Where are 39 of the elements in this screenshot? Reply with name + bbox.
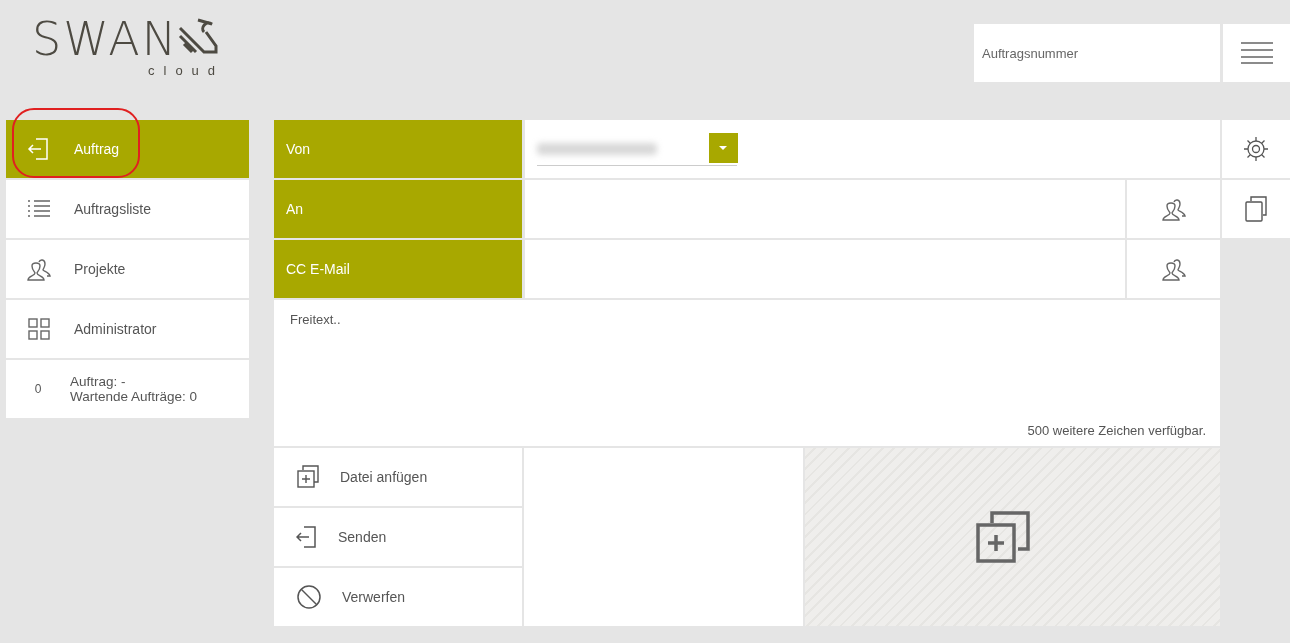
contacts-button[interactable] bbox=[1127, 240, 1220, 298]
message-field[interactable]: Freitext.. 500 weitere Zeichen verfügbar. bbox=[274, 300, 1220, 446]
logo-subtitle: cloud bbox=[148, 64, 225, 78]
order-count: 0 bbox=[33, 382, 43, 396]
logo-wordmark: SWAN bbox=[32, 14, 179, 64]
sender-dropdown[interactable] bbox=[537, 132, 737, 166]
recipient-field[interactable] bbox=[525, 180, 1125, 238]
people-icon bbox=[1160, 196, 1187, 222]
contacts-button[interactable] bbox=[1127, 180, 1220, 238]
grid-icon bbox=[26, 317, 52, 341]
recipient-field[interactable] bbox=[525, 240, 1125, 298]
sidebar-item[interactable]: Projekte bbox=[6, 240, 249, 298]
add-file-icon bbox=[975, 511, 1030, 563]
action-button[interactable]: Senden bbox=[274, 508, 522, 566]
menu-icon bbox=[1240, 42, 1273, 64]
copy-icon bbox=[1245, 196, 1267, 222]
sidebar-item[interactable]: Auftragsliste bbox=[6, 180, 249, 238]
message-placeholder: Freitext.. bbox=[290, 312, 342, 327]
settings-icon bbox=[1243, 136, 1269, 162]
enter-icon bbox=[296, 524, 318, 550]
menu-button[interactable] bbox=[1223, 24, 1290, 82]
status-text: Wartende Aufträge: 0 bbox=[70, 389, 198, 404]
dropdown-caret-icon bbox=[709, 132, 738, 163]
forbidden-icon bbox=[296, 584, 322, 610]
add-file-icon bbox=[296, 465, 320, 489]
character-counter: 500 weitere Zeichen verfügbar. bbox=[1027, 423, 1206, 438]
people-icon bbox=[26, 256, 52, 282]
settings-button[interactable] bbox=[1222, 120, 1290, 178]
status-text: Auftrag: - bbox=[70, 374, 127, 389]
sidebar-item[interactable]: Administrator bbox=[6, 300, 249, 358]
action-button[interactable]: Datei anfügen bbox=[274, 448, 522, 506]
people-icon bbox=[1160, 256, 1187, 282]
copy-button[interactable] bbox=[1222, 180, 1290, 238]
field-label: CC E-Mail bbox=[274, 240, 522, 298]
field-label: An bbox=[274, 180, 522, 238]
order-number-field[interactable]: Auftragsnummer bbox=[974, 24, 1220, 82]
list-icon bbox=[26, 198, 52, 220]
field-label: Von bbox=[274, 120, 522, 178]
action-button[interactable]: Verwerfen bbox=[274, 568, 522, 626]
